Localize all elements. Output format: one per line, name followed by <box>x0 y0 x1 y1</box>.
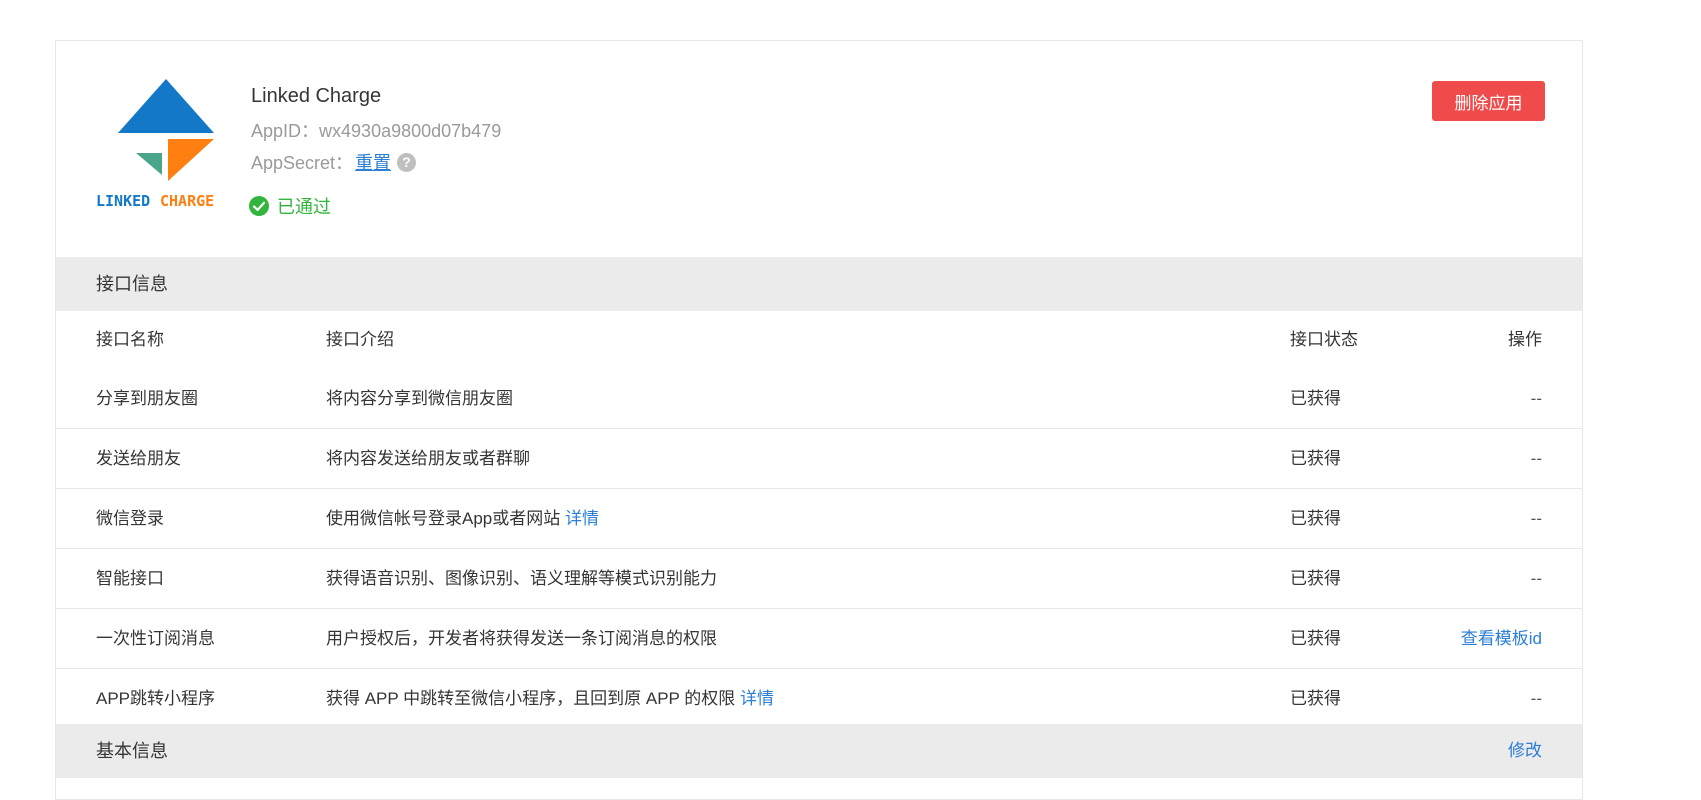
api-name: 分享到朋友圈 <box>96 389 198 408</box>
api-status: 已获得 <box>1290 449 1341 468</box>
api-table: 接口名称 接口介绍 接口状态 操作 分享到朋友圈 将内容分享到微信朋友圈 已获得… <box>56 311 1582 729</box>
logo-orange-triangle <box>168 139 214 181</box>
api-name: 微信登录 <box>96 509 164 528</box>
table-row: 微信登录 使用微信帐号登录App或者网站 详情 已获得 -- <box>56 489 1582 549</box>
api-op: -- <box>1530 689 1542 708</box>
api-section-header: 接口信息 <box>56 257 1582 311</box>
app-id-value: wx4930a9800d07b479 <box>319 121 502 141</box>
api-status: 已获得 <box>1290 509 1341 528</box>
basic-section-title: 基本信息 <box>96 741 168 761</box>
api-op: -- <box>1530 449 1542 468</box>
logo-text-right: CHARGE <box>160 192 214 210</box>
app-logo: LINKED CHARGE <box>96 79 214 210</box>
app-secret-row: AppSecret： 重置 ? <box>251 149 417 175</box>
api-intro: 将内容分享到微信朋友圈 <box>326 389 513 408</box>
details-link[interactable]: 详情 <box>565 509 599 528</box>
details-link[interactable]: 详情 <box>740 689 774 708</box>
api-intro: 用户授权后，开发者将获得发送一条订阅消息的权限 <box>326 629 717 648</box>
logo-text-left: LINKED <box>96 192 150 210</box>
api-intro: 获得 APP 中跳转至微信小程序，且回到原 APP 的权限 详情 <box>326 689 775 708</box>
view-template-id-link[interactable]: 查看模板id <box>1461 609 1542 668</box>
logo-teal-triangle <box>136 153 162 175</box>
app-id-row: AppID：wx4930a9800d07b479 <box>251 117 501 143</box>
api-status: 已获得 <box>1290 569 1341 588</box>
app-name: Linked Charge <box>251 85 382 107</box>
api-status: 已获得 <box>1290 629 1341 648</box>
table-row: 一次性订阅消息 用户授权后，开发者将获得发送一条订阅消息的权限 已获得 查看模板… <box>56 609 1582 669</box>
reset-secret-link[interactable]: 重置 <box>355 149 391 175</box>
table-row: APP跳转小程序 获得 APP 中跳转至微信小程序，且回到原 APP 的权限 详… <box>56 669 1582 729</box>
header-intro: 接口介绍 <box>326 330 394 349</box>
api-intro: 将内容发送给朋友或者群聊 <box>326 449 530 468</box>
api-table-header: 接口名称 接口介绍 接口状态 操作 <box>56 311 1582 369</box>
app-secret-label: AppSecret： <box>251 153 354 173</box>
api-intro: 使用微信帐号登录App或者网站 详情 <box>326 509 599 528</box>
table-row: 分享到朋友圈 将内容分享到微信朋友圈 已获得 -- <box>56 369 1582 429</box>
api-name: 发送给朋友 <box>96 449 181 468</box>
api-name: APP跳转小程序 <box>96 689 216 708</box>
api-op: -- <box>1530 569 1542 588</box>
check-circle-icon <box>249 196 269 216</box>
header-name: 接口名称 <box>96 330 164 349</box>
api-name: 一次性订阅消息 <box>96 629 215 648</box>
api-op: -- <box>1530 389 1542 408</box>
table-row: 智能接口 获得语音识别、图像识别、语义理解等模式识别能力 已获得 -- <box>56 549 1582 609</box>
table-row: 发送给朋友 将内容发送给朋友或者群聊 已获得 -- <box>56 429 1582 489</box>
header-op: 操作 <box>1508 330 1542 349</box>
help-icon[interactable]: ? <box>397 152 417 172</box>
header-status: 接口状态 <box>1290 330 1358 349</box>
app-header: LINKED CHARGE Linked Charge AppID：wx4930… <box>56 41 1582 257</box>
logo-blue-triangle <box>118 79 214 133</box>
approval-status-text: 已通过 <box>277 197 331 217</box>
edit-basic-info-link[interactable]: 修改 <box>1508 724 1542 778</box>
app-id-label: AppID： <box>251 121 320 141</box>
api-section-title: 接口信息 <box>96 274 168 294</box>
api-status: 已获得 <box>1290 689 1341 708</box>
api-intro: 获得语音识别、图像识别、语义理解等模式识别能力 <box>326 569 717 588</box>
app-detail-card: LINKED CHARGE Linked Charge AppID：wx4930… <box>55 40 1583 800</box>
basic-section-header: 基本信息 修改 <box>56 724 1582 778</box>
delete-app-button[interactable]: 删除应用 <box>1432 81 1545 121</box>
api-op: -- <box>1530 509 1542 528</box>
api-status: 已获得 <box>1290 389 1341 408</box>
api-name: 智能接口 <box>96 569 164 588</box>
approval-status: 已通过 <box>249 193 331 219</box>
